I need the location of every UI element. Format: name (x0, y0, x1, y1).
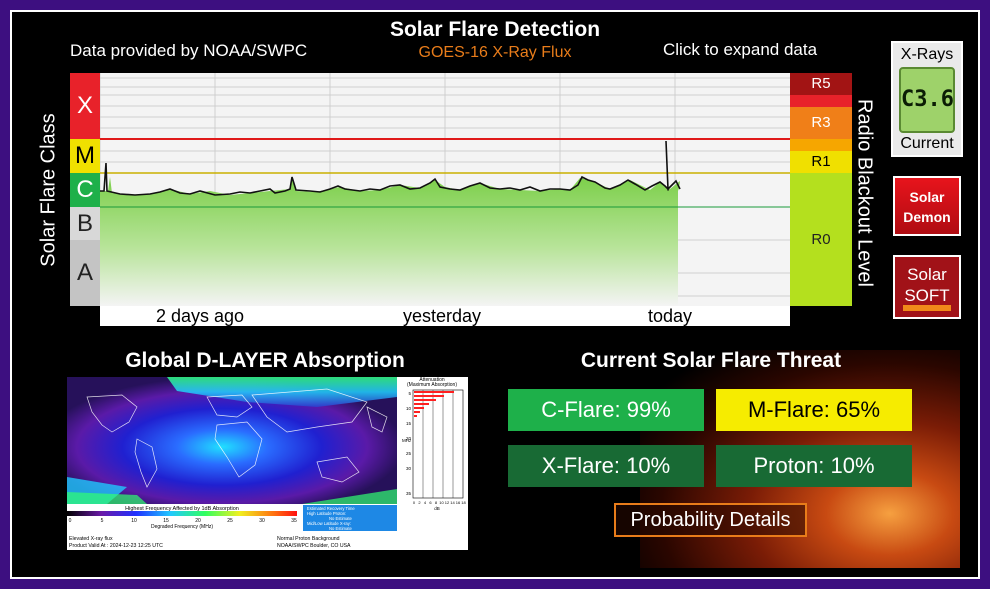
att-x-axis-label: dB (434, 506, 440, 511)
dlayer-footer-left-2: Product Valid At : 2024-12-23 12:25 UTC (69, 543, 163, 549)
att-x-tick-8: 16 (456, 500, 461, 505)
att-y-tick-2: 15 (406, 421, 412, 426)
time-axis: 2 days ago yesterday today (100, 306, 790, 326)
dlayer-footer-right-2: NOAA/SWPC Boulder, CO USA (277, 543, 351, 549)
probability-details-button[interactable]: Probability Details (614, 503, 807, 537)
x-label-yesterday: yesterday (403, 306, 482, 326)
solar-soft-line1: Solar (907, 265, 947, 284)
x-label-2-days-ago: 2 days ago (156, 306, 245, 326)
legend-tick-2: 10 (131, 518, 137, 524)
att-y-axis-label: MHz (402, 438, 412, 443)
xray-flux-svg (99, 73, 790, 306)
flux-fill-area (100, 177, 680, 306)
solar-demon-line1: Solar (909, 189, 945, 205)
flare-class-axis-label: Solar Flare Class (37, 113, 60, 267)
xray-title: X-Rays (900, 46, 954, 63)
xray-current-label: Current (900, 135, 954, 152)
radio-r5-cell: R5 (790, 73, 852, 95)
att-y-tick-1: 10 (406, 406, 412, 411)
legend-axis-label: Degraded Frequency (MHz) (151, 524, 213, 530)
page-title: Solar Flare Detection (389, 18, 601, 41)
solar-soft-button[interactable]: Solar SOFT (893, 255, 961, 319)
xray-value-display: C3.6 (899, 67, 955, 133)
solar-demon-line2: Demon (903, 209, 951, 225)
dlayer-title: Global D-LAYER Absorption (125, 349, 405, 372)
threat-title: Current Solar Flare Threat (580, 349, 842, 372)
att-y-tick-5: 30 (406, 466, 412, 471)
expand-data-link[interactable]: Click to expand data (663, 40, 817, 60)
radio-r1-cell: R1 (790, 151, 852, 173)
legend-tick-6: 30 (259, 518, 265, 524)
radio-r0-cell: R0 (790, 173, 852, 306)
att-x-tick-9: 18 (461, 500, 466, 505)
m-flare-probability[interactable]: M-Flare: 65% (716, 389, 912, 431)
class-a-cell: A (70, 240, 100, 306)
xray-current-widget[interactable]: X-Rays C3.6 Current (891, 41, 963, 157)
status-line-4: No Estimate (329, 526, 352, 531)
radio-r2-cell (790, 139, 852, 151)
legend-colorbar (67, 511, 297, 516)
class-m-cell: M (70, 139, 100, 173)
dlayer-map-svg: Attenuation (Maximum Absorption) 5 10 15… (67, 377, 468, 549)
att-y-tick-4: 25 (406, 451, 412, 456)
class-x-cell: X (70, 73, 100, 139)
legend-tick-5: 25 (227, 518, 233, 524)
proton-probability[interactable]: Proton: 10% (716, 445, 912, 487)
class-c-cell: C (70, 173, 100, 207)
att-x-tick-5: 10 (439, 500, 444, 505)
c-flare-probability[interactable]: C-Flare: 99% (508, 389, 704, 431)
solar-demon-button[interactable]: Solar Demon (893, 176, 961, 236)
radio-r3-cell: R3 (790, 107, 852, 139)
xray-flux-plot[interactable] (99, 73, 790, 306)
solar-soft-line2: SOFT (904, 286, 950, 305)
legend-tick-1: 5 (101, 518, 104, 524)
radio-blackout-axis-label: Radio Blackout Level (853, 99, 876, 287)
legend-tick-0: 0 (69, 518, 72, 524)
class-b-cell: B (70, 207, 100, 240)
att-x-tick-7: 14 (450, 500, 455, 505)
dlayer-footer-right-1: Normal Proton Background (277, 536, 340, 542)
att-y-tick-6: 35 (406, 491, 412, 496)
data-credit: Data provided by NOAA/SWPC (70, 41, 308, 60)
solar-soft-bar (903, 305, 951, 311)
att-x-tick-6: 12 (445, 500, 450, 505)
x-flare-probability[interactable]: X-Flare: 10% (508, 445, 704, 487)
legend-tick-7: 35 (291, 518, 297, 524)
dlayer-footer-left-1: Elevated X-ray flux (69, 536, 113, 542)
attenuation-subtitle: (Maximum Absorption) (407, 382, 457, 388)
x-label-today: today (648, 306, 693, 326)
dlayer-absorption-map[interactable]: Attenuation (Maximum Absorption) 5 10 15… (67, 377, 468, 550)
radio-r4-cell (790, 95, 852, 107)
